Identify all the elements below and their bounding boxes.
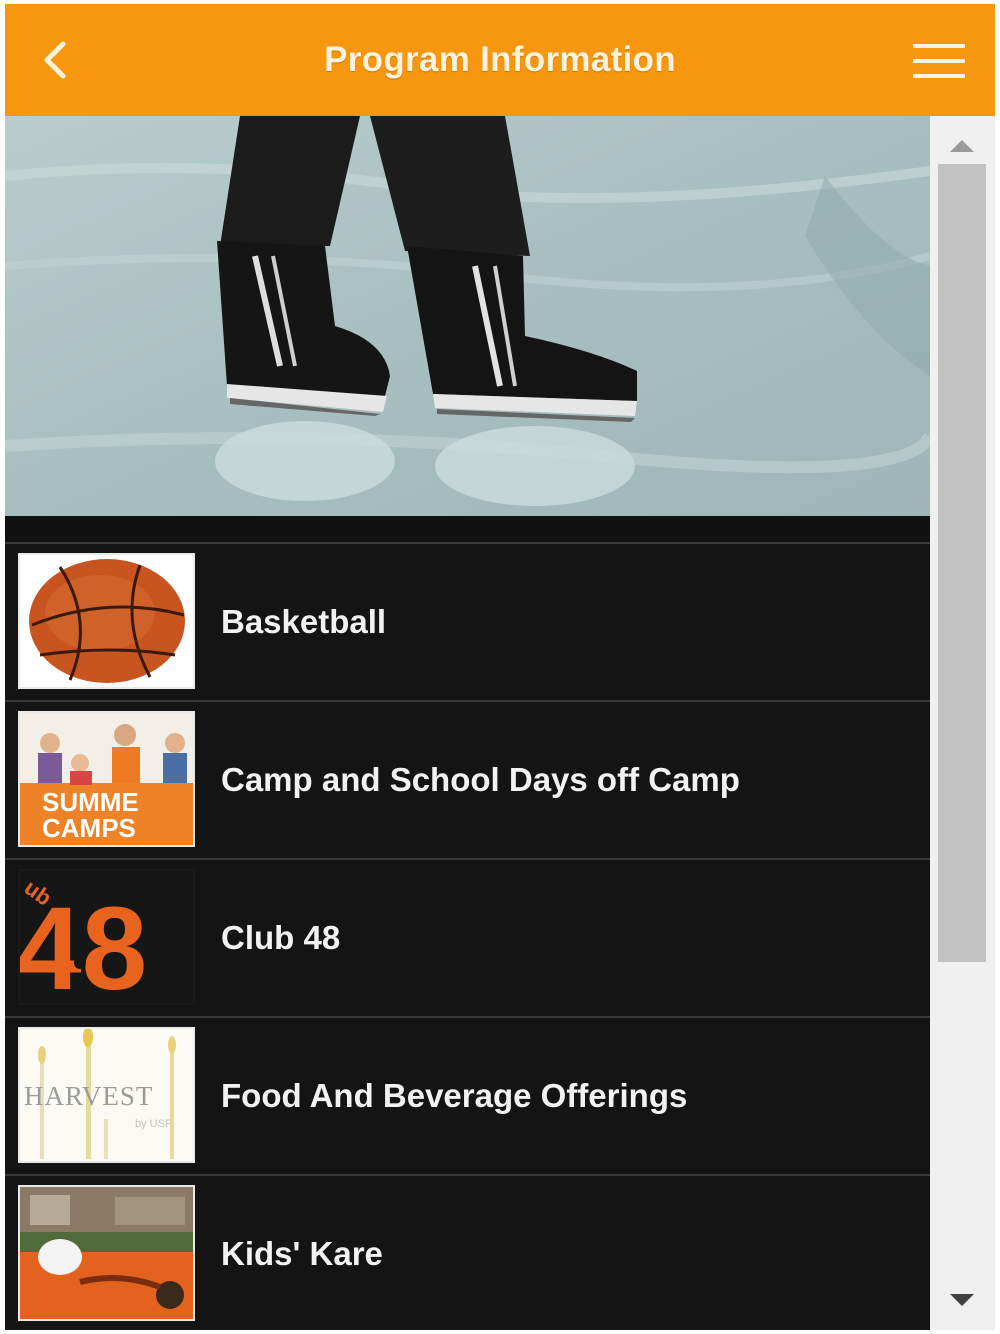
menu-button[interactable]	[911, 40, 967, 82]
list-item-label: Food And Beverage Offerings	[221, 1077, 688, 1114]
harvest-thumbnail: HARVEST by USF	[18, 1027, 195, 1163]
svg-text:HARVEST: HARVEST	[24, 1081, 153, 1111]
list-item-label: Basketball	[221, 603, 387, 640]
scroll-content: Basketball SUMME CAMPS Camp and School D…	[5, 116, 930, 1330]
list-item-camp[interactable]: SUMME CAMPS Camp and School Days off Cam…	[5, 700, 930, 858]
club-48-logo: 48 ub	[20, 871, 193, 1003]
list-item-label: Kids' Kare	[221, 1235, 383, 1272]
list-item-basketball[interactable]: Basketball	[5, 542, 930, 700]
back-button[interactable]	[33, 34, 81, 86]
triangle-down-icon	[950, 1294, 974, 1306]
program-list: Basketball SUMME CAMPS Camp and School D…	[5, 542, 930, 1330]
triangle-up-icon	[950, 140, 974, 152]
club-48-thumbnail: 48 ub	[18, 869, 195, 1005]
summer-camps-thumbnail: SUMME CAMPS	[18, 711, 195, 847]
summer-camps-icon: SUMME CAMPS	[20, 713, 193, 845]
list-item-food-beverage[interactable]: HARVEST by USF Food And Beverage Offerin…	[5, 1016, 930, 1174]
basketball-icon	[20, 555, 193, 687]
scrollbar-thumb[interactable]	[938, 164, 986, 962]
kids-kare-thumbnail	[18, 1185, 195, 1321]
list-item-label: Club 48	[221, 919, 341, 956]
chevron-left-icon	[44, 41, 66, 79]
app-frame: Program Information Basketball SUMME CAM…	[5, 4, 995, 1330]
scrollbar[interactable]	[930, 116, 995, 1330]
svg-text:by USF: by USF	[135, 1118, 172, 1130]
scroll-up-button[interactable]	[930, 124, 995, 164]
basketball-thumbnail	[18, 553, 195, 689]
svg-text:CAMPS: CAMPS	[42, 813, 136, 843]
scroll-down-button[interactable]	[930, 1280, 995, 1320]
page-title: Program Information	[324, 40, 676, 79]
hamburger-menu-icon	[913, 44, 965, 78]
list-item-club-48[interactable]: 48 ub Club 48	[5, 858, 930, 1016]
harvest-logo: HARVEST by USF	[20, 1029, 193, 1161]
hero-image	[5, 116, 930, 516]
kids-kare-icon	[20, 1187, 193, 1319]
list-item-kids-kare[interactable]: Kids' Kare	[5, 1174, 930, 1330]
list-item-label: Camp and School Days off Camp	[221, 761, 740, 798]
app-header: Program Information	[5, 4, 995, 116]
ice-skates-photo	[5, 116, 930, 516]
